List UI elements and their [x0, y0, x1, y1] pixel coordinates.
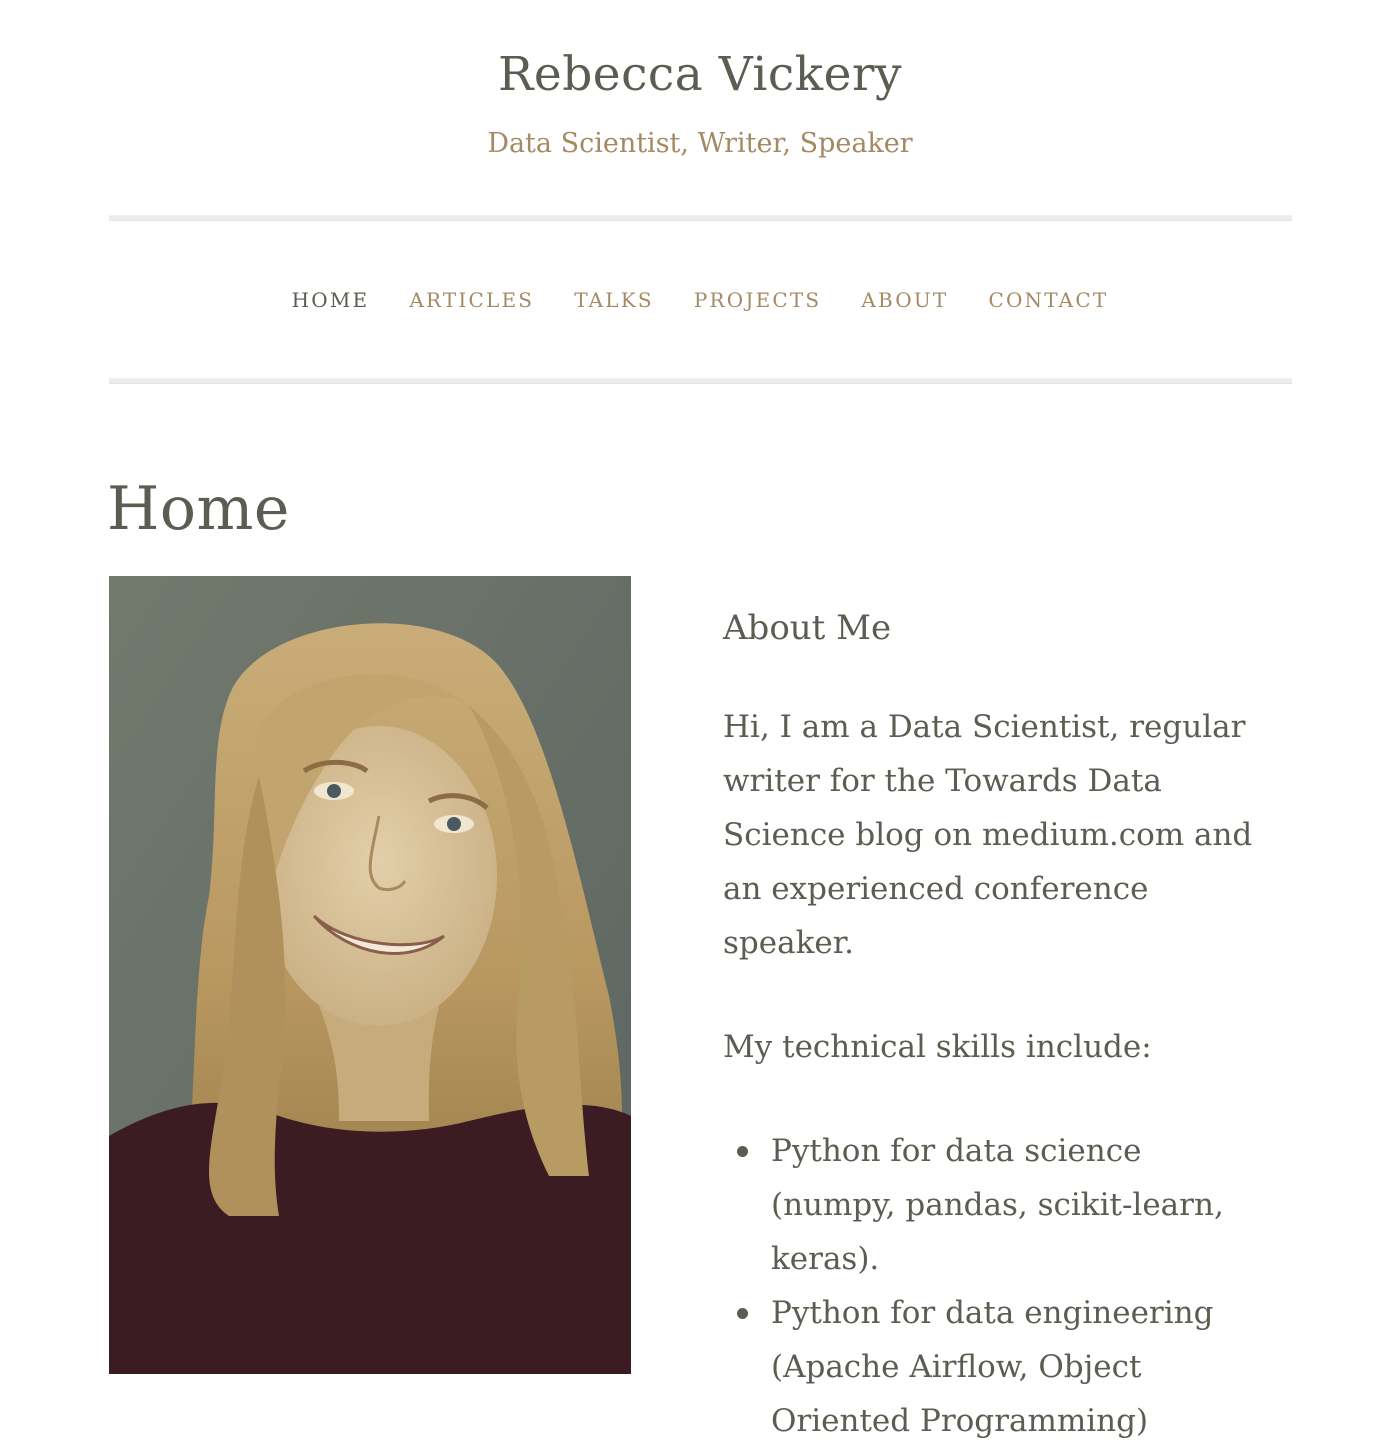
- bullet-icon: [737, 1146, 748, 1157]
- about-intro: Hi, I am a Data Scientist, regular write…: [723, 709, 1253, 961]
- page-title: Home: [107, 474, 290, 545]
- nav-item-home[interactable]: HOME: [272, 282, 390, 318]
- nav-item-talks[interactable]: TALKS: [554, 282, 674, 318]
- skills-list: Python for data science (numpy, pandas, …: [723, 1124, 1263, 1448]
- bullet-icon: [737, 1308, 748, 1319]
- nav-item-articles[interactable]: ARTICLES: [389, 282, 554, 318]
- site-tagline: Data Scientist, Writer, Speaker: [487, 128, 913, 159]
- nav-item-about[interactable]: ABOUT: [841, 282, 968, 318]
- header-divider-bottom: [109, 378, 1292, 384]
- nav-item-projects[interactable]: PROJECTS: [674, 282, 841, 318]
- profile-photo: [109, 576, 631, 1374]
- main-navigation: HOME ARTICLES TALKS PROJECTS ABOUT CONTA…: [0, 282, 1400, 318]
- site-title[interactable]: Rebecca Vickery: [0, 44, 1400, 106]
- header-divider-top: [109, 215, 1292, 221]
- skill-text: Python for data science (numpy, pandas, …: [771, 1133, 1224, 1277]
- about-section: About Me Hi, I am a Data Scientist, regu…: [723, 600, 1263, 1448]
- nav-item-contact[interactable]: CONTACT: [968, 282, 1128, 318]
- list-item: Python for data science (numpy, pandas, …: [737, 1124, 1263, 1286]
- skill-text: Python for data engineering (Apache Airf…: [771, 1295, 1214, 1439]
- list-item: Python for data engineering (Apache Airf…: [737, 1286, 1263, 1448]
- about-heading: About Me: [723, 608, 892, 648]
- skills-intro: My technical skills include:: [723, 1029, 1152, 1065]
